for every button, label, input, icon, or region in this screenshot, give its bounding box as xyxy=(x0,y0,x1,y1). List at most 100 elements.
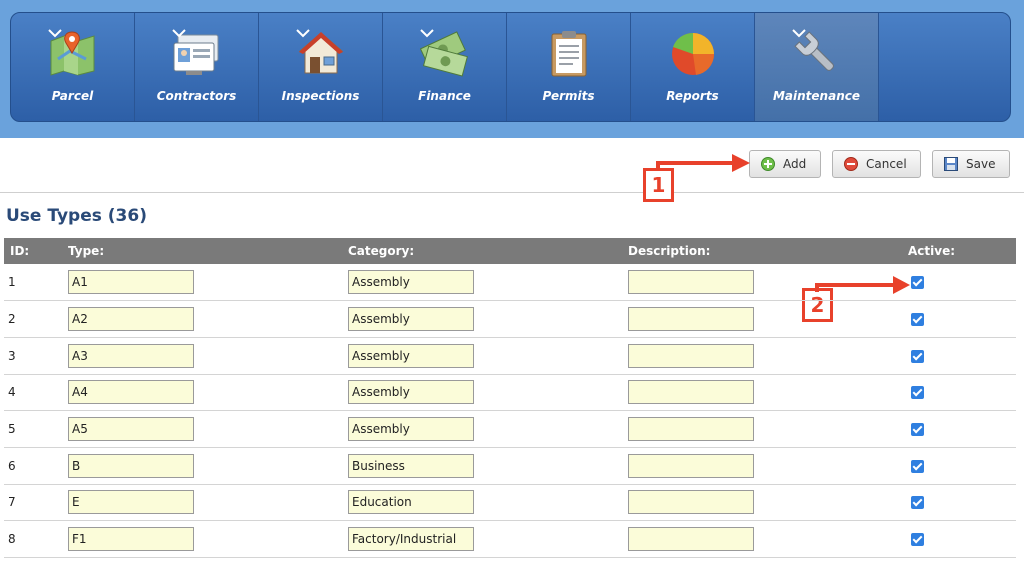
description-cell xyxy=(628,520,908,558)
table-row: 3 xyxy=(4,337,1016,375)
table-row: 2 xyxy=(4,300,1016,338)
type-input[interactable] xyxy=(68,490,194,515)
type-input[interactable] xyxy=(68,307,194,332)
category-cell xyxy=(348,264,628,302)
toolbar-divider xyxy=(0,192,1024,193)
category-input[interactable] xyxy=(348,417,474,442)
active-checkbox[interactable] xyxy=(911,496,924,510)
category-cell xyxy=(348,300,628,338)
table-row: 4 xyxy=(4,374,1016,412)
description-cell xyxy=(628,374,908,412)
active-cell xyxy=(908,447,1016,485)
cancel-button[interactable]: Cancel xyxy=(832,150,921,178)
nav-item-maintenance[interactable]: Maintenance xyxy=(755,13,879,121)
active-checkbox[interactable] xyxy=(911,423,924,437)
nav-item-inspections[interactable]: Inspections xyxy=(259,13,383,121)
active-checkbox[interactable] xyxy=(911,459,924,473)
category-input[interactable] xyxy=(348,270,474,295)
type-cell xyxy=(68,520,348,558)
table-body: 12345678 xyxy=(4,264,1016,558)
description-input[interactable] xyxy=(628,527,754,552)
table-row: 8 xyxy=(4,520,1016,558)
active-checkbox[interactable] xyxy=(911,533,924,547)
row-id: 2 xyxy=(4,300,68,338)
active-cell xyxy=(908,300,1016,338)
table-row: 1 xyxy=(4,264,1016,302)
description-cell xyxy=(628,337,908,375)
nav-item-contractors[interactable]: Contractors xyxy=(135,13,259,121)
category-cell xyxy=(348,337,628,375)
column-header-type: Type: xyxy=(68,238,348,264)
active-checkbox[interactable] xyxy=(911,276,924,290)
page-title: Use Types (36) xyxy=(6,206,147,226)
nav-item-permits[interactable]: Permits xyxy=(507,13,631,121)
cancel-button-label: Cancel xyxy=(866,157,907,171)
row-id: 7 xyxy=(4,484,68,522)
type-input[interactable] xyxy=(68,380,194,405)
clipboard-icon xyxy=(551,31,587,77)
type-input[interactable] xyxy=(68,417,194,442)
chevron-down-icon xyxy=(48,29,62,38)
nav-label: Contractors xyxy=(156,89,237,103)
nav-label: Permits xyxy=(542,89,595,103)
type-cell xyxy=(68,374,348,412)
chevron-down-icon xyxy=(172,29,186,38)
category-cell xyxy=(348,484,628,522)
type-input[interactable] xyxy=(68,343,194,368)
nav-item-reports[interactable]: Reports xyxy=(631,13,755,121)
category-input[interactable] xyxy=(348,307,474,332)
nav-item-parcel[interactable]: Parcel xyxy=(11,13,135,121)
active-cell xyxy=(908,337,1016,375)
active-checkbox[interactable] xyxy=(911,313,924,327)
plus-circle-icon xyxy=(761,157,775,171)
type-cell xyxy=(68,447,348,485)
table-row: 7 xyxy=(4,484,1016,522)
category-cell xyxy=(348,374,628,412)
nav-item-finance[interactable]: Finance xyxy=(383,13,507,121)
save-button-label: Save xyxy=(966,157,996,171)
nav-label: Reports xyxy=(666,89,719,103)
description-cell xyxy=(628,264,908,302)
column-header-description: Description: xyxy=(628,238,908,264)
description-input[interactable] xyxy=(628,417,754,442)
category-input[interactable] xyxy=(348,490,474,515)
category-cell xyxy=(348,520,628,558)
row-id: 1 xyxy=(4,264,68,302)
category-cell xyxy=(348,410,628,448)
description-input[interactable] xyxy=(628,490,754,515)
type-cell xyxy=(68,410,348,448)
nav-label: Inspections xyxy=(281,89,360,103)
type-input[interactable] xyxy=(68,453,194,478)
save-button[interactable]: Save xyxy=(932,150,1010,178)
category-cell xyxy=(348,447,628,485)
annotation-arrow-1 xyxy=(656,154,750,172)
add-button[interactable]: Add xyxy=(749,150,821,178)
description-input[interactable] xyxy=(628,307,754,332)
category-input[interactable] xyxy=(348,527,474,552)
chevron-down-icon xyxy=(420,29,434,38)
active-checkbox[interactable] xyxy=(911,349,924,363)
annotation-marker-1: 1 xyxy=(643,168,674,202)
description-cell xyxy=(628,447,908,485)
description-input[interactable] xyxy=(628,453,754,478)
description-input[interactable] xyxy=(628,380,754,405)
chevron-down-icon xyxy=(296,29,310,38)
category-input[interactable] xyxy=(348,343,474,368)
table-row: 6 xyxy=(4,447,1016,485)
table-row: 5 xyxy=(4,410,1016,448)
description-input[interactable] xyxy=(628,343,754,368)
row-id: 3 xyxy=(4,337,68,375)
column-header-category: Category: xyxy=(348,238,628,264)
column-header-id: ID: xyxy=(4,238,68,264)
floppy-disk-icon xyxy=(944,157,958,171)
active-checkbox[interactable] xyxy=(911,386,924,400)
category-input[interactable] xyxy=(348,380,474,405)
description-input[interactable] xyxy=(628,270,754,295)
type-input[interactable] xyxy=(68,527,194,552)
chevron-down-icon xyxy=(792,29,806,38)
use-types-table: ID: Type: Category: Description: Active:… xyxy=(4,238,1016,558)
category-input[interactable] xyxy=(348,453,474,478)
type-input[interactable] xyxy=(68,270,194,295)
active-cell xyxy=(908,410,1016,448)
active-cell xyxy=(908,520,1016,558)
